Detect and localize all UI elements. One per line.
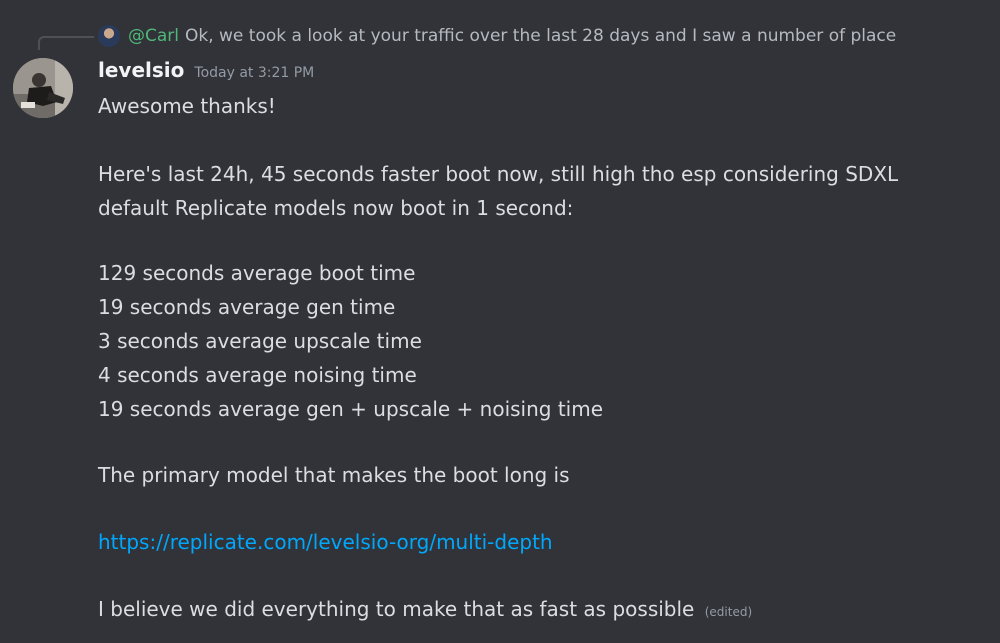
stat-line: 129 seconds average boot time <box>98 261 416 285</box>
stat-line: 4 seconds average noising time <box>98 363 417 387</box>
reply-author[interactable]: @Carl <box>128 26 179 46</box>
timestamp[interactable]: Today at 3:21 PM <box>194 65 314 81</box>
avatar[interactable] <box>13 58 73 118</box>
message-line-last: I believe we did everything to make that… <box>98 592 752 629</box>
replicate-link[interactable]: https://replicate.com/levelsio-org/multi… <box>98 530 553 554</box>
stat-line: 3 seconds average upscale time <box>98 329 422 353</box>
edited-label: (edited) <box>704 605 753 619</box>
message-text: I believe we did everything to make that… <box>98 597 695 621</box>
message-line: The primary model that makes the boot lo… <box>98 463 570 487</box>
message-line: Here's last 24h, 45 seconds faster boot … <box>98 162 899 186</box>
reply-preview-text[interactable]: Ok, we took a look at your traffic over … <box>185 26 896 46</box>
reply-preview[interactable]: @Carl Ok, we took a look at your traffic… <box>98 22 896 50</box>
message-line: Awesome thanks! <box>98 94 276 118</box>
reply-avatar[interactable] <box>98 25 120 47</box>
message-header: levelsio Today at 3:21 PM <box>98 58 314 88</box>
stat-line: 19 seconds average gen + upscale + noisi… <box>98 397 604 421</box>
reply-connector-line <box>38 36 94 50</box>
stat-line: 19 seconds average gen time <box>98 295 396 319</box>
username[interactable]: levelsio <box>98 58 184 82</box>
message-link-line: https://replicate.com/levelsio-org/multi… <box>98 525 553 559</box>
avatar-image <box>13 58 73 118</box>
message-line: default Replicate models now boot in 1 s… <box>98 196 574 220</box>
